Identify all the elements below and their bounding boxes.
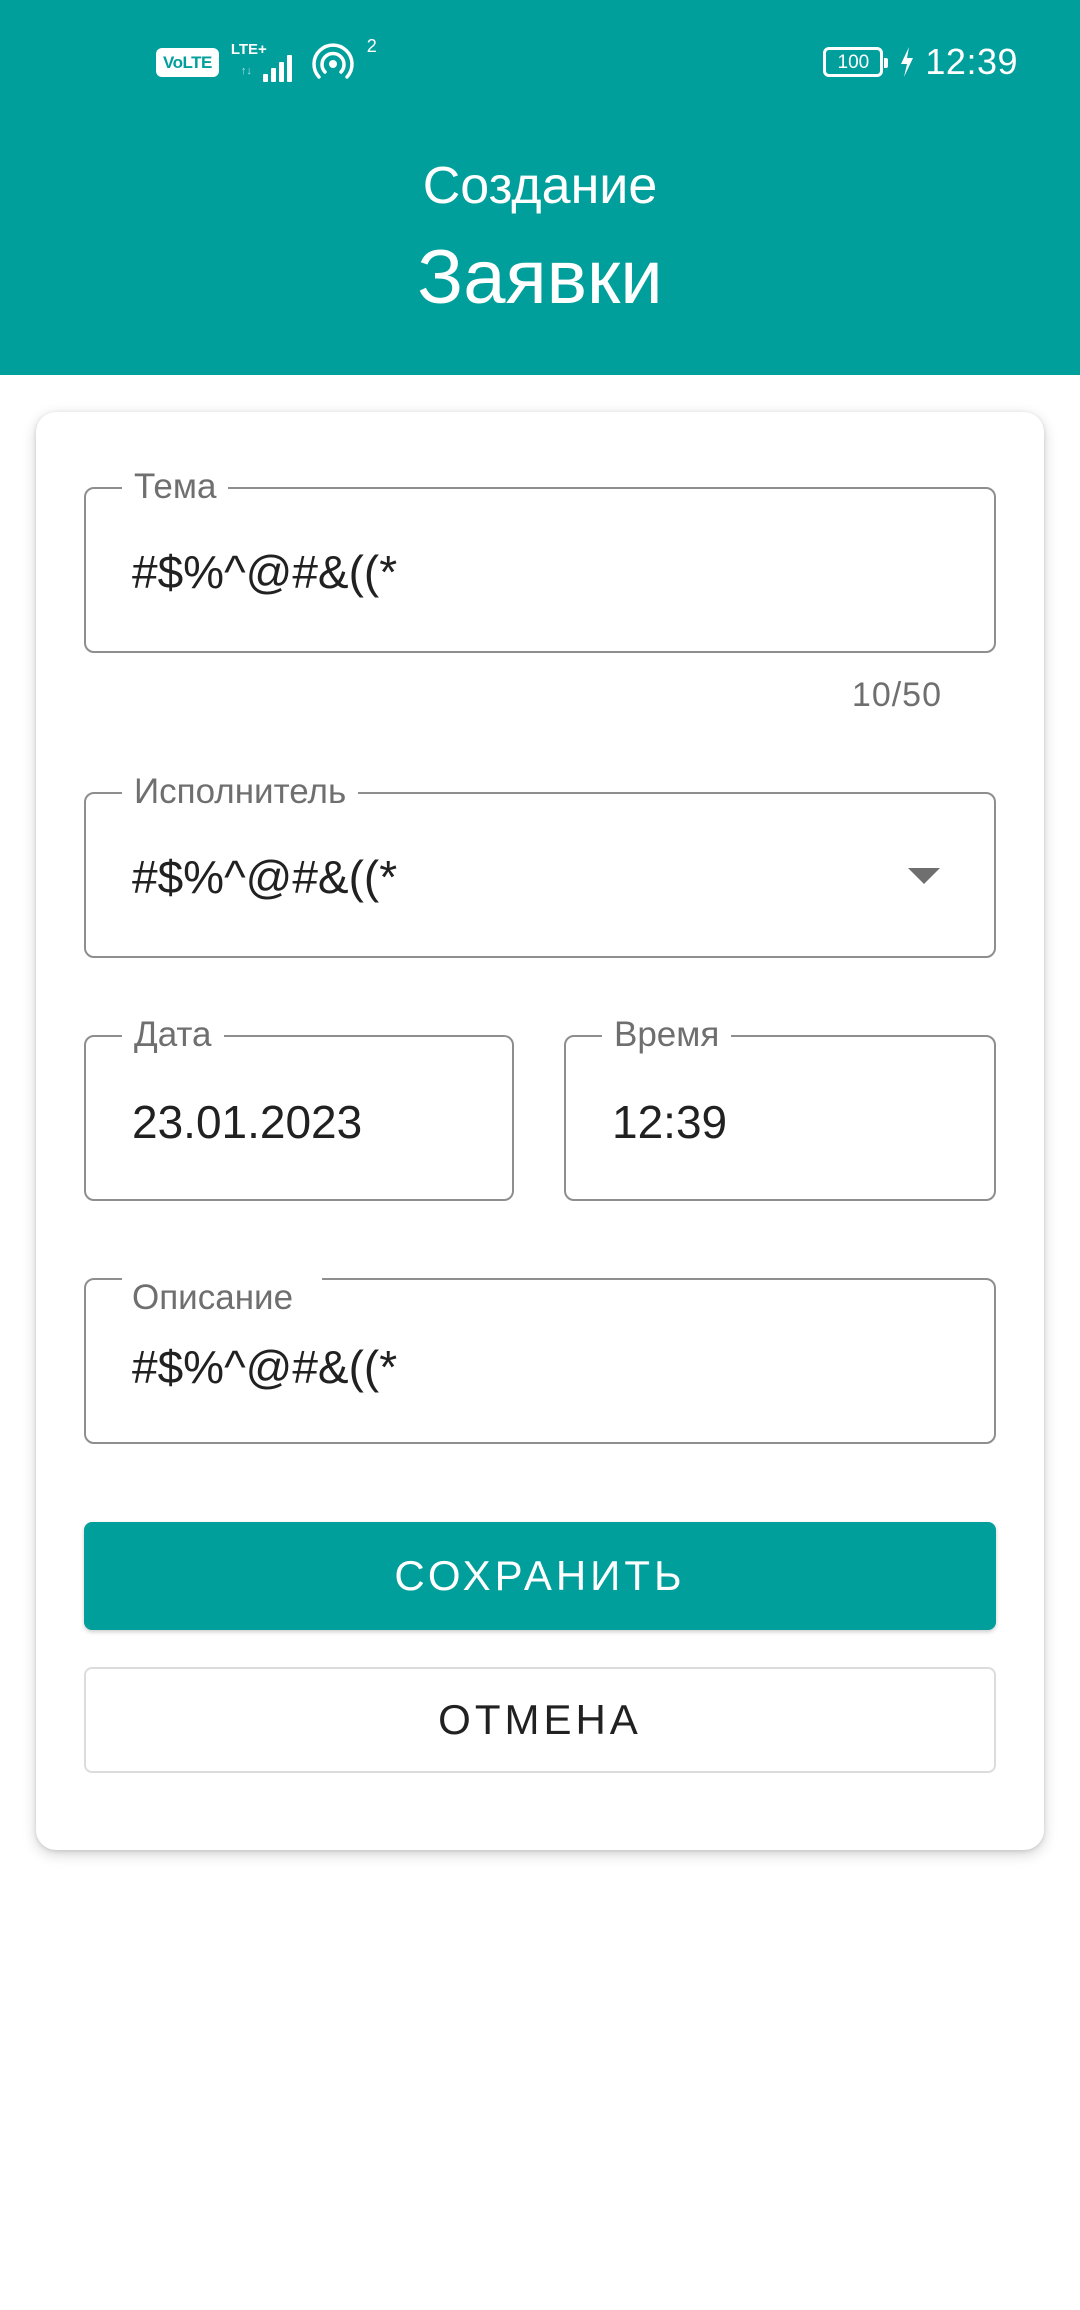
status-clock: 12:39 [925,41,1018,82]
status-bar: VoLTE LTE+ ↑↓ 2 100 12:39 [0,0,1080,125]
opisanie-value[interactable]: #$%^@#&((* [132,1344,397,1390]
date-label: Дата [122,1013,224,1057]
time-field[interactable]: Время 12:39 [564,1013,996,1201]
volte-icon: VoLTE [156,47,219,77]
ispolnitel-value[interactable]: #$%^@#&((* [132,854,397,900]
time-value[interactable]: 12:39 [612,1099,727,1145]
status-bar-right: 100 12:39 [823,40,1018,84]
charging-bolt-icon [901,47,914,77]
page-title-line2: Заявки [417,235,663,320]
ispolnitel-label: Исполнитель [122,770,359,814]
battery-icon: 100 [823,47,889,77]
opisanie-label: Описание [132,1278,294,1317]
hotspot-count: 2 [366,36,377,56]
time-label: Время [602,1013,732,1057]
form-card: Тема #$%^@#&((* 10/50 Исполнитель #$%^@#… [36,412,1044,1850]
tema-value[interactable]: #$%^@#&((* [132,549,397,595]
date-value[interactable]: 23.01.2023 [132,1099,362,1145]
data-activity-icon: ↑↓ [240,65,252,77]
date-field[interactable]: Дата 23.01.2023 [84,1013,514,1201]
tema-char-counter: 10/50 [851,676,942,714]
dropdown-arrow-icon[interactable] [908,868,940,884]
tema-field[interactable]: Тема #$%^@#&((* [84,465,996,653]
lte-label: LTE+ [230,41,267,58]
status-bar-left: VoLTE LTE+ ↑↓ 2 [156,36,377,84]
signal-bars-icon [262,55,292,82]
opisanie-field[interactable]: Описание #$%^@#&((* [84,1276,996,1444]
cancel-button[interactable]: ОТМЕНА [84,1667,996,1773]
cellular-signal-icon: LTE+ ↑↓ [231,42,299,82]
tema-label: Тема [122,465,229,509]
page-title-line1: Создание [422,157,658,215]
ispolnitel-dropdown[interactable]: Исполнитель #$%^@#&((* [84,770,996,958]
save-button[interactable]: СОХРАНИТЬ [84,1522,996,1630]
hotspot-icon: 2 [311,36,377,84]
app-header: VoLTE LTE+ ↑↓ 2 100 12:39 Создание Заявк… [0,0,1080,375]
